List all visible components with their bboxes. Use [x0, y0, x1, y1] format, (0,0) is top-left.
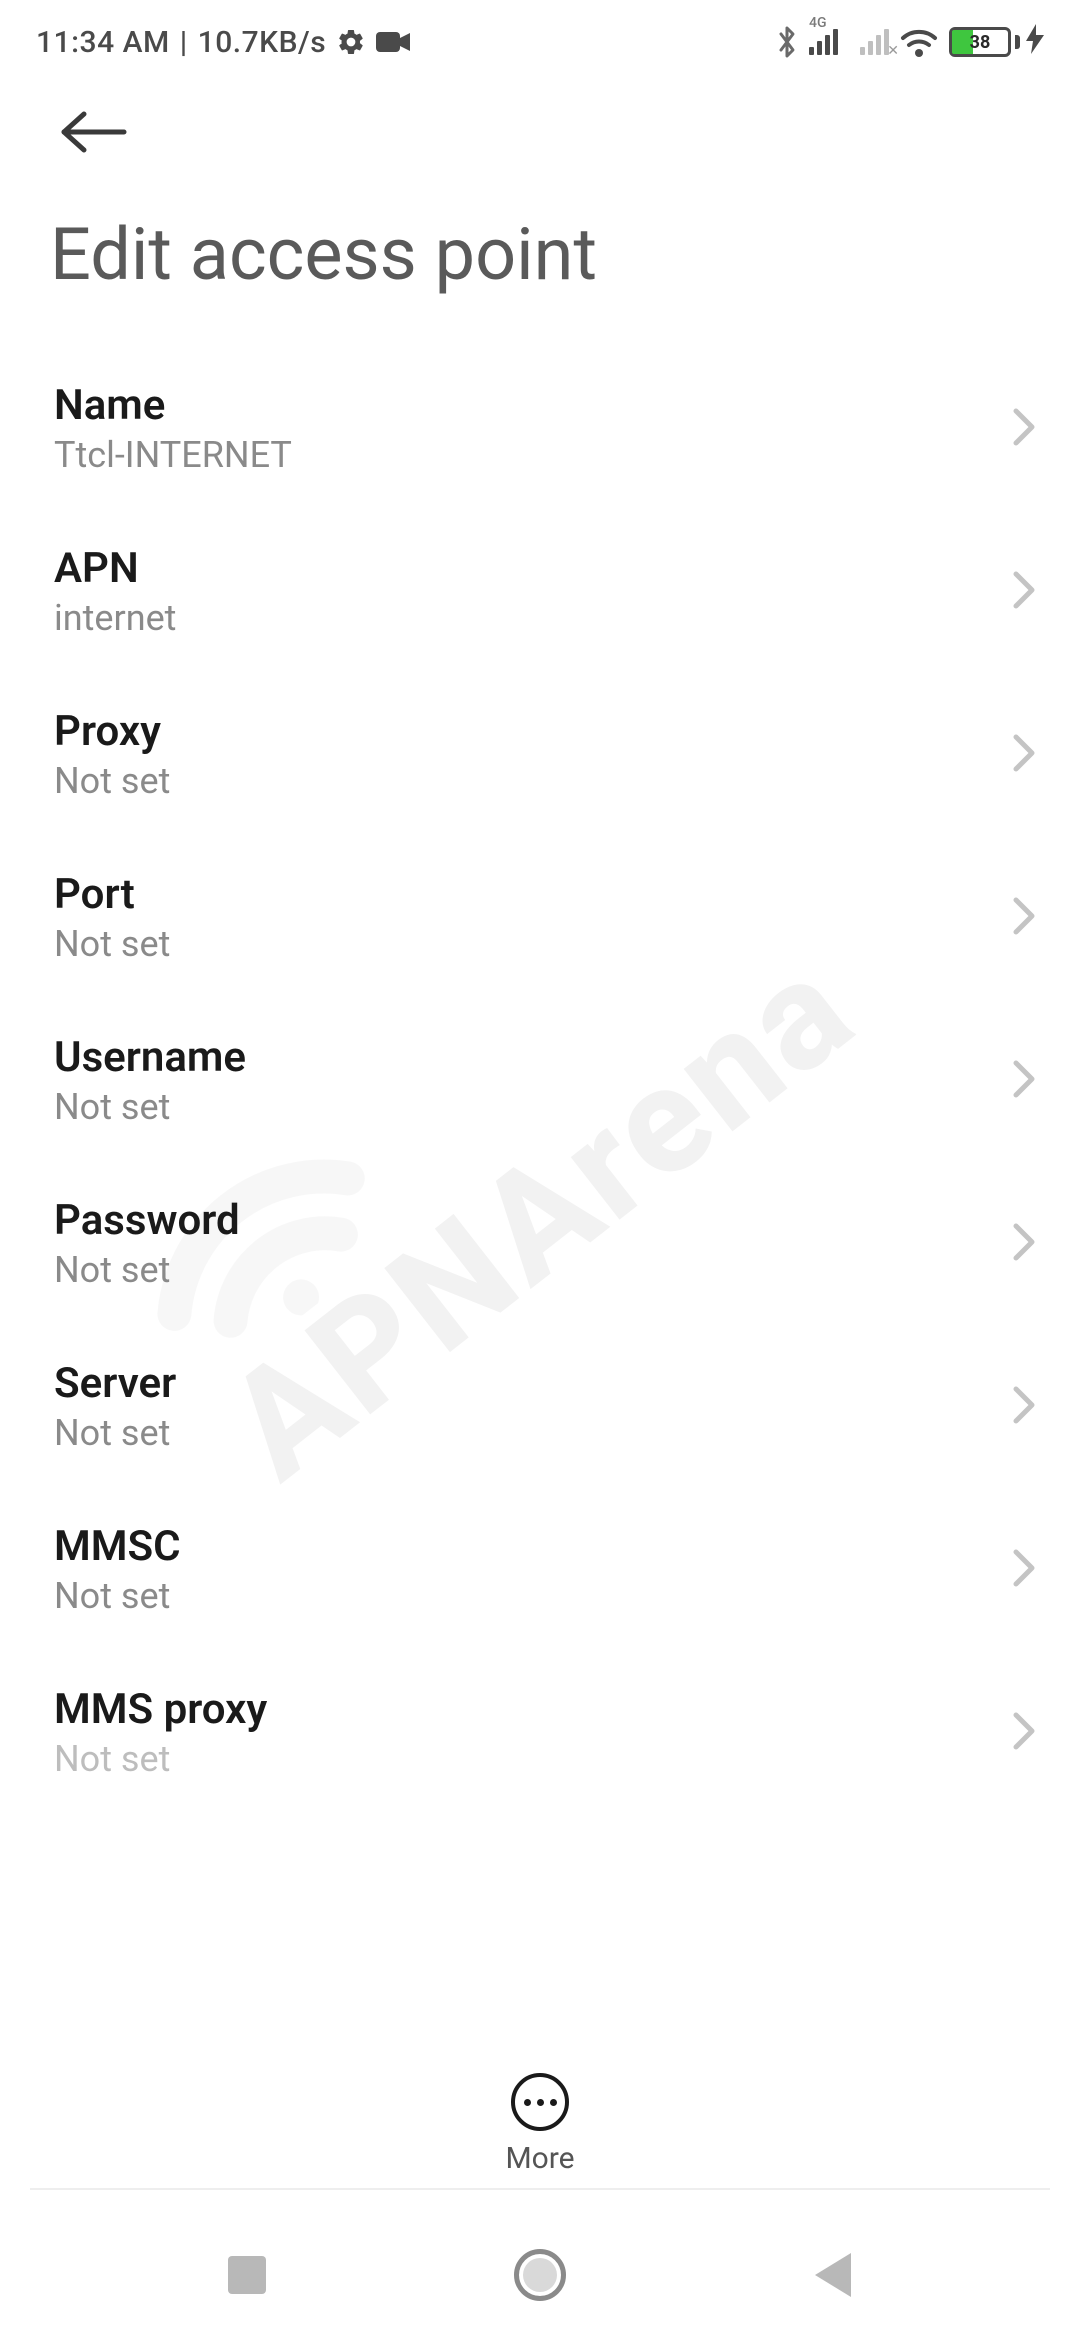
sim1-network-label: 4G	[809, 15, 827, 31]
chevron-right-icon	[1010, 1709, 1038, 1757]
arrow-left-icon	[58, 110, 128, 154]
battery-percent: 38	[952, 32, 1008, 53]
status-right: 4G ✕ 38	[775, 24, 1044, 61]
setting-label: Port	[54, 870, 170, 919]
back-button[interactable]	[50, 102, 136, 162]
header	[0, 78, 1080, 172]
circle-icon	[514, 2249, 566, 2301]
setting-row-name[interactable]: Name Ttcl-INTERNET	[0, 347, 1080, 510]
nav-recent-button[interactable]	[197, 2235, 297, 2315]
setting-value: Not set	[54, 760, 170, 802]
bluetooth-icon	[775, 25, 799, 59]
square-icon	[228, 2256, 266, 2294]
setting-row-password[interactable]: Password Not set	[0, 1162, 1080, 1325]
page-title: Edit access point	[0, 172, 1080, 347]
gear-icon	[336, 27, 366, 57]
sim1-signal-icon: 4G	[809, 29, 838, 55]
status-time: 11:34 AM	[36, 25, 170, 60]
more-action[interactable]: More	[0, 2073, 1080, 2176]
setting-row-proxy[interactable]: Proxy Not set	[0, 673, 1080, 836]
setting-row-apn[interactable]: APN internet	[0, 510, 1080, 673]
setting-label: Server	[54, 1359, 176, 1408]
setting-label: APN	[54, 544, 176, 593]
setting-value: Not set	[54, 1412, 176, 1454]
setting-label: Password	[54, 1196, 240, 1245]
chevron-right-icon	[1010, 568, 1038, 616]
battery-indicator: 38	[949, 24, 1044, 61]
chevron-right-icon	[1010, 1220, 1038, 1268]
system-nav-bar	[0, 2210, 1080, 2340]
setting-row-server[interactable]: Server Not set	[0, 1325, 1080, 1488]
setting-value: Not set	[54, 1575, 181, 1617]
setting-row-port[interactable]: Port Not set	[0, 836, 1080, 999]
divider	[30, 2188, 1050, 2190]
sim2-signal-icon: ✕	[860, 29, 889, 55]
chevron-right-icon	[1010, 731, 1038, 779]
chevron-right-icon	[1010, 1546, 1038, 1594]
setting-label: Username	[54, 1033, 246, 1082]
triangle-left-icon	[815, 2253, 851, 2297]
more-icon	[511, 2073, 569, 2131]
setting-row-mmsc[interactable]: MMSC Not set	[0, 1488, 1080, 1651]
settings-list: Name Ttcl-INTERNET APN internet Proxy No…	[0, 347, 1080, 1814]
status-left: 11:34 AM | 10.7KB/s	[36, 25, 410, 60]
chevron-right-icon	[1010, 1383, 1038, 1431]
setting-row-username[interactable]: Username Not set	[0, 999, 1080, 1162]
chevron-right-icon	[1010, 894, 1038, 942]
setting-label: MMSC	[54, 1522, 181, 1571]
setting-label: Proxy	[54, 707, 170, 756]
setting-row-mms-proxy[interactable]: MMS proxy Not set	[0, 1651, 1080, 1814]
setting-value: Not set	[54, 923, 170, 965]
nav-back-button[interactable]	[783, 2235, 883, 2315]
setting-label: MMS proxy	[54, 1685, 267, 1734]
setting-label: Name	[54, 381, 292, 430]
nav-home-button[interactable]	[490, 2235, 590, 2315]
setting-value: internet	[54, 597, 176, 639]
status-net-speed: 10.7KB/s	[198, 25, 327, 60]
setting-value: Not set	[54, 1249, 240, 1291]
status-bar: 11:34 AM | 10.7KB/s 4G ✕	[0, 0, 1080, 78]
chevron-right-icon	[1010, 405, 1038, 453]
video-camera-icon	[376, 29, 410, 55]
wifi-icon	[899, 26, 939, 58]
chevron-right-icon	[1010, 1057, 1038, 1105]
setting-value: Ttcl-INTERNET	[54, 434, 292, 476]
setting-value: Not set	[54, 1086, 246, 1128]
setting-value: Not set	[54, 1738, 267, 1780]
more-label: More	[505, 2141, 574, 2176]
status-separator: |	[180, 25, 188, 60]
charging-icon	[1026, 24, 1044, 61]
